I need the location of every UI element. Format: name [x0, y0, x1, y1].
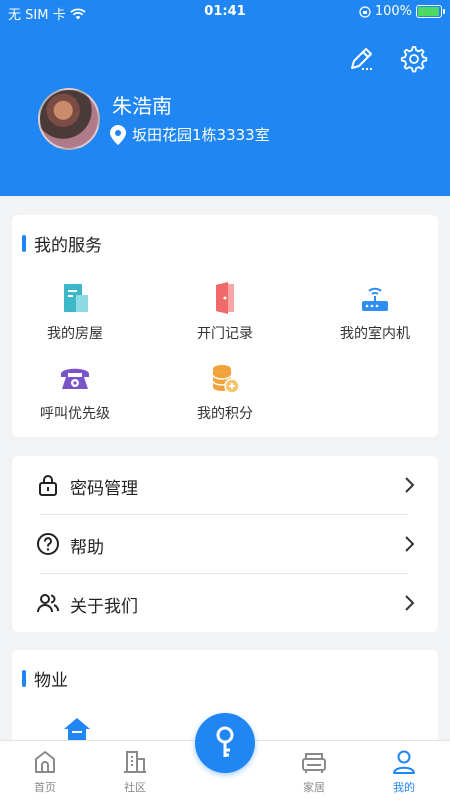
service-label: 我的室内机 — [340, 326, 410, 342]
orientation-lock-icon — [359, 5, 371, 18]
tab-label: 社区 — [124, 781, 146, 794]
service-my-points[interactable]: 我的积分 — [170, 361, 280, 423]
router-icon — [362, 287, 388, 311]
lock-icon — [39, 475, 57, 496]
person-icon — [393, 750, 415, 774]
profile-header: 无 SIM 卡 01:41 100% 朱浩南 坂田花园1栋3333室 — [0, 0, 450, 196]
tab-community[interactable]: 社区 — [100, 749, 170, 795]
help-icon — [37, 533, 59, 555]
service-label: 我的房屋 — [47, 326, 103, 342]
house-icon[interactable] — [62, 716, 92, 742]
service-label: 我的积分 — [197, 406, 253, 422]
building-icon — [64, 284, 88, 312]
property-title-text: 物业 — [34, 671, 68, 691]
status-bar: 无 SIM 卡 01:41 100% — [0, 0, 450, 26]
title-accent-bar — [22, 235, 26, 252]
home-icon — [35, 751, 55, 773]
user-address: 坂田花园1栋3333室 — [110, 124, 270, 145]
row-label: 帮助 — [70, 538, 104, 558]
tab-home[interactable]: 首页 — [10, 749, 80, 795]
unlock-key-button[interactable] — [195, 713, 255, 773]
property-title: 物业 — [22, 666, 68, 691]
door-icon — [216, 282, 234, 314]
tab-label: 首页 — [34, 781, 56, 794]
row-label: 关于我们 — [70, 597, 138, 617]
telephone-icon — [61, 368, 89, 389]
service-my-house[interactable]: 我的房屋 — [20, 281, 130, 343]
username: 朱浩南 — [112, 94, 172, 118]
services-title-text: 我的服务 — [34, 236, 102, 256]
avatar[interactable] — [38, 88, 100, 150]
key-icon — [216, 726, 234, 757]
battery-icon — [416, 5, 445, 18]
tab-home-furnishing[interactable]: 家居 — [279, 749, 349, 795]
tab-label: 我的 — [393, 781, 415, 794]
pencil-icon[interactable] — [346, 44, 376, 74]
coins-icon — [212, 365, 240, 394]
users-icon — [37, 594, 59, 613]
battery-fill — [418, 7, 439, 16]
chevron-right-icon — [405, 536, 415, 552]
tab-mine[interactable]: 我的 — [369, 749, 439, 795]
address-text: 坂田花园1栋3333室 — [132, 126, 270, 144]
title-accent-bar — [22, 670, 26, 687]
buildings-icon — [124, 751, 146, 773]
service-label: 开门记录 — [197, 326, 253, 342]
chevron-right-icon — [405, 477, 415, 493]
sofa-icon — [302, 753, 326, 773]
service-call-priority[interactable]: 呼叫优先级 — [20, 361, 130, 423]
service-indoor-unit[interactable]: 我的室内机 — [320, 281, 430, 343]
row-password-management[interactable]: 密码管理 — [12, 456, 438, 514]
tab-label: 家居 — [303, 781, 325, 794]
location-pin-icon — [110, 124, 126, 145]
chevron-right-icon — [405, 595, 415, 611]
row-label: 密码管理 — [70, 479, 138, 499]
services-card: 我的服务 我的房屋 开门记录 我的室内机 呼叫优先级 我的积分 — [12, 215, 438, 437]
row-help[interactable]: 帮助 — [12, 515, 438, 573]
services-title: 我的服务 — [22, 231, 102, 256]
gear-icon[interactable] — [399, 44, 429, 74]
service-door-records[interactable]: 开门记录 — [170, 281, 280, 343]
service-label: 呼叫优先级 — [40, 406, 110, 422]
status-right: 100% — [359, 4, 445, 19]
row-about-us[interactable]: 关于我们 — [12, 574, 438, 632]
battery-percent: 100% — [374, 4, 412, 19]
